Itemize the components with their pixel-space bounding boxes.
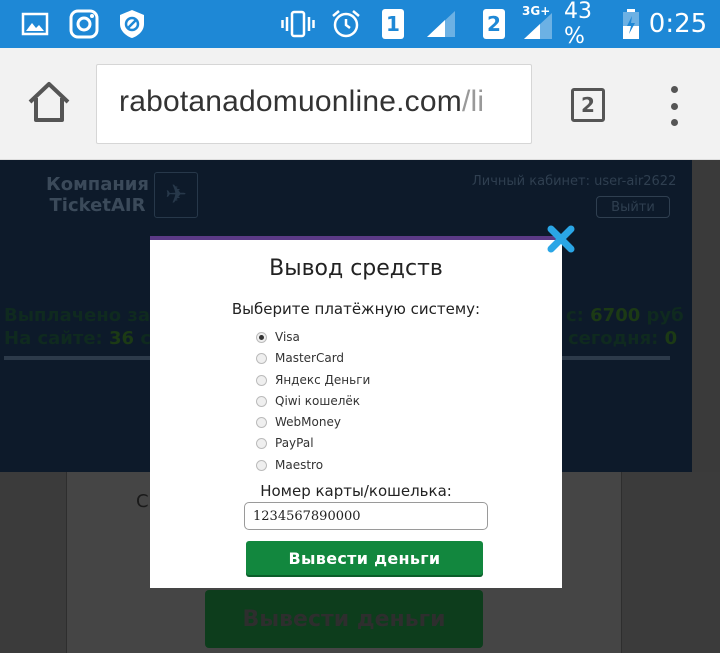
progress-right bbox=[560, 356, 670, 360]
payment-option-qiwi[interactable]: Qiwi кошелёк bbox=[256, 391, 360, 411]
logout-button[interactable]: Выйти bbox=[596, 196, 670, 218]
progress-left bbox=[4, 356, 154, 360]
withdraw-modal: Вывод средств Выберите платёжную систему… bbox=[150, 236, 562, 588]
radio-button[interactable] bbox=[256, 374, 267, 386]
gallery-icon bbox=[18, 0, 52, 48]
overflow-menu-button[interactable] bbox=[664, 86, 684, 126]
airplane-icon: ✈ bbox=[154, 172, 198, 218]
clock: 0:25 bbox=[648, 9, 708, 39]
radio-button[interactable] bbox=[256, 352, 267, 364]
close-icon[interactable] bbox=[545, 223, 577, 255]
sim1-badge: 1 bbox=[382, 9, 404, 39]
card-number-input[interactable]: 1234567890000 bbox=[244, 502, 488, 530]
account-label: Личный кабинет: user-air2622 bbox=[472, 174, 677, 189]
radio-button[interactable] bbox=[256, 437, 267, 449]
battery-icon bbox=[620, 0, 642, 48]
radio-button[interactable] bbox=[256, 459, 267, 471]
payment-option-webmoney[interactable]: WebMoney bbox=[256, 412, 341, 432]
withdraw-button[interactable]: Вывести деньги bbox=[246, 541, 483, 575]
payment-system-label: Выберите платёжную систему: bbox=[231, 300, 481, 318]
url-path: /li bbox=[461, 85, 485, 118]
battery-percent: 43 % bbox=[564, 0, 592, 49]
site-stat: На сайте: 36 сот bbox=[4, 328, 174, 349]
payment-option-visa[interactable]: Visa bbox=[256, 327, 300, 347]
network-type: 3G+ bbox=[522, 4, 551, 18]
background-withdraw-button: Вывести деньги bbox=[205, 590, 483, 648]
today-stat: сегодня: 0 bbox=[568, 328, 678, 349]
earnings-stat: с: 6700 руб bbox=[566, 305, 684, 326]
payment-option-yandex[interactable]: Яндекс Деньги bbox=[256, 370, 370, 390]
modal-title: Вывод средств bbox=[269, 256, 443, 281]
tabs-button[interactable]: 2 bbox=[571, 88, 605, 122]
radio-button[interactable] bbox=[256, 416, 267, 428]
url-domain: rabotanadomuonline.com bbox=[119, 85, 462, 118]
vibrate-icon bbox=[280, 0, 316, 48]
radio-button[interactable] bbox=[256, 331, 267, 343]
status-bar: 1 2 3G+ 43 % 0:25 bbox=[0, 0, 720, 49]
home-icon bbox=[28, 82, 70, 122]
address-bar[interactable]: rabotanadomuonline.com/li bbox=[96, 64, 532, 144]
signal-icon bbox=[424, 0, 458, 48]
partial-text: С bbox=[136, 491, 149, 512]
payment-option-paypal[interactable]: PayPal bbox=[256, 433, 314, 453]
radio-button[interactable] bbox=[256, 395, 267, 407]
payment-option-maestro[interactable]: Maestro bbox=[256, 455, 323, 475]
payment-option-mastercard[interactable]: MasterCard bbox=[256, 348, 344, 368]
home-button[interactable] bbox=[24, 78, 74, 128]
alarm-icon bbox=[328, 0, 364, 48]
sim2-badge: 2 bbox=[483, 9, 505, 39]
browser-toolbar: rabotanadomuonline.com/li 2 bbox=[0, 48, 720, 160]
blocked-icon bbox=[114, 0, 150, 48]
card-number-label: Номер карты/кошелька: bbox=[260, 482, 452, 500]
company-logo: Компания TicketAIR bbox=[46, 174, 149, 216]
instagram-icon bbox=[66, 0, 102, 48]
